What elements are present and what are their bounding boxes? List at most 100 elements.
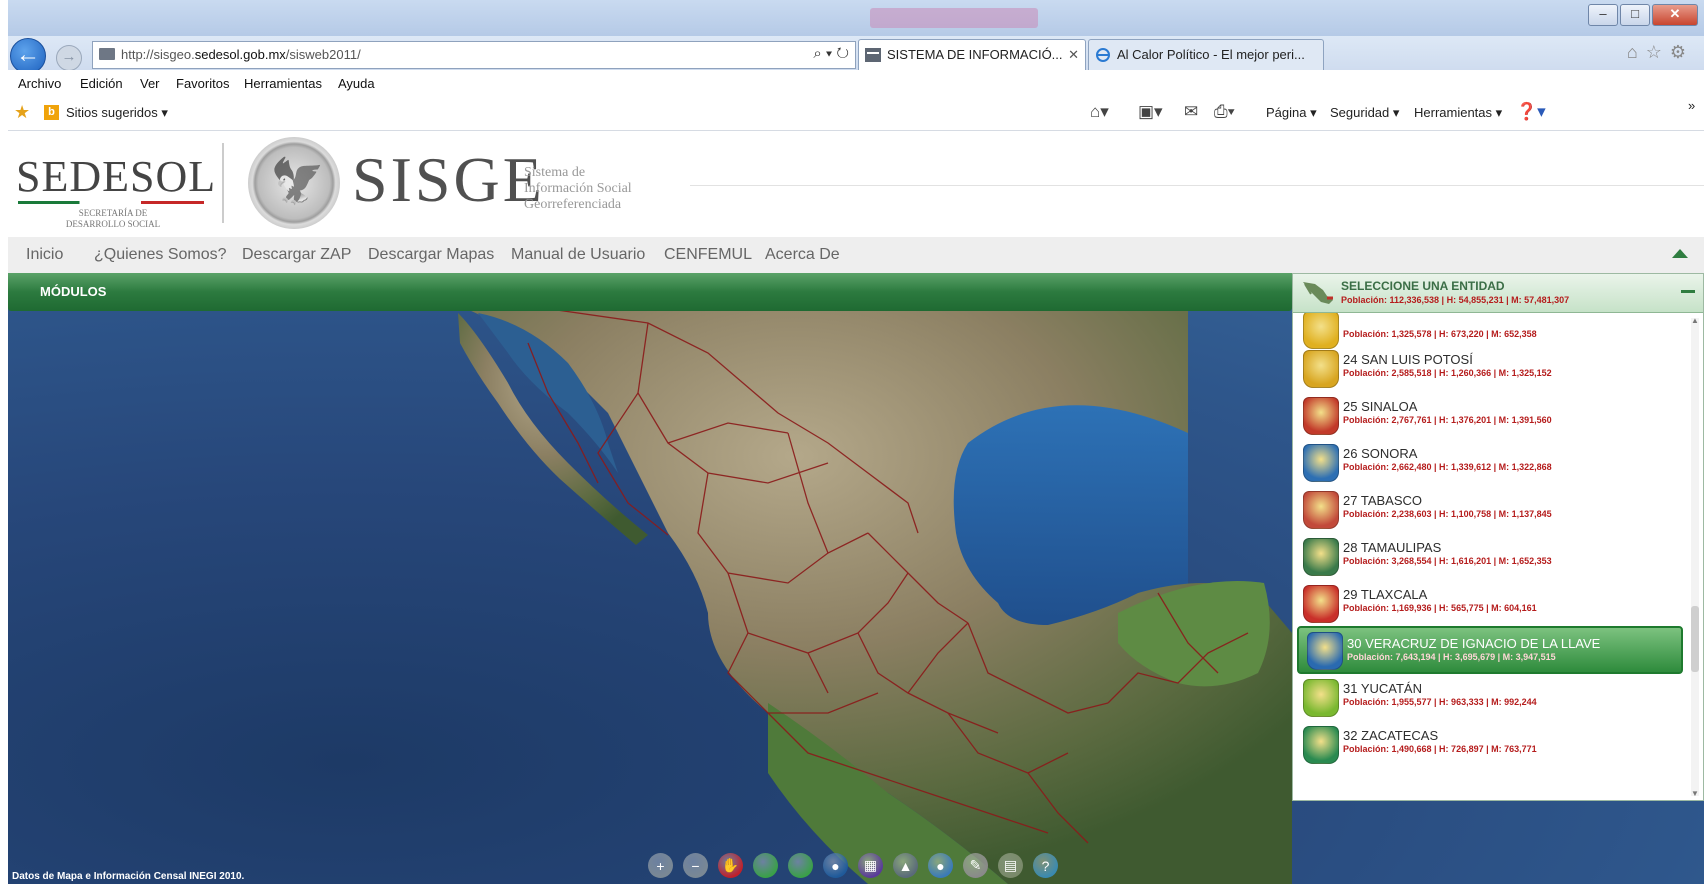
modules-label[interactable]: MÓDULOS [40, 284, 106, 299]
ie-icon [1096, 48, 1110, 62]
entity-item[interactable]: 29 TLAXCALA Población: 1,169,936 | H: 565… [1295, 579, 1675, 627]
modules-bar[interactable]: MÓDULOS [8, 273, 1292, 311]
scroll-thumb[interactable] [1691, 606, 1699, 672]
entity-population: Población: 1,169,936 | H: 565,775 | M: 6… [1343, 603, 1537, 613]
menu-herramientas[interactable]: Herramientas [244, 76, 322, 91]
collapse-arrow-icon[interactable] [1672, 249, 1688, 258]
address-bar[interactable]: http://sisgeo.sedesol.gob.mx/sisweb2011/… [92, 41, 856, 69]
header-rule [690, 185, 1704, 186]
feeds-icon[interactable]: ▣▾ [1138, 102, 1163, 122]
maximize-button[interactable]: □ [1620, 4, 1650, 26]
mexico-map-icon [1303, 282, 1333, 304]
entity-list-scrollbar[interactable]: ▲ ▼ [1691, 316, 1699, 798]
minimize-button[interactable]: – [1588, 4, 1618, 26]
tab-sisge[interactable]: SISTEMA DE INFORMACIÓ... ✕ [858, 39, 1086, 70]
nav-manual-usuario[interactable]: Manual de Usuario [511, 246, 645, 264]
zoom-out-icon[interactable]: − [683, 853, 708, 878]
entity-item[interactable]: 28 TAMAULIPAS Población: 3,268,554 | H: 1… [1295, 532, 1675, 580]
tools-menu[interactable]: Herramientas ▾ [1414, 105, 1502, 121]
dropdown-icon[interactable] [1681, 290, 1695, 293]
entity-selector-header[interactable]: SELECCIONE UNA ENTIDAD Población: 112,33… [1293, 274, 1703, 313]
nav-quienes-somos[interactable]: ¿Quienes Somos? [94, 246, 227, 264]
nav-cenfemul[interactable]: CENFEMUL [664, 246, 752, 264]
nav-descargar-zap[interactable]: Descargar ZAP [242, 246, 351, 264]
entity-population: Población: 2,662,480 | H: 1,339,612 | M:… [1343, 462, 1552, 472]
identify-icon[interactable]: ● [928, 853, 953, 878]
sedesol-logo[interactable]: SEDESOL [16, 151, 216, 202]
back-button[interactable]: ← [10, 38, 46, 74]
zoom-in-icon[interactable]: + [648, 853, 673, 878]
entity-name: 26 SONORA [1343, 446, 1418, 461]
nav-descargar-mapas[interactable]: Descargar Mapas [368, 246, 494, 264]
entity-name: 32 ZACATECAS [1343, 728, 1439, 743]
national-seal-icon [248, 137, 340, 229]
nav-inicio[interactable]: Inicio [26, 246, 63, 264]
entity-population: Población: 1,490,668 | H: 726,897 | M: 7… [1343, 744, 1537, 754]
sisge-subtitle-line: Sistema de [524, 165, 586, 180]
entity-list[interactable]: Población: 1,325,578 | H: 673,220 | M: 6… [1293, 313, 1703, 801]
entity-item[interactable]: 24 SAN LUIS POTOSÍ Población: 2,585,518 |… [1295, 344, 1675, 392]
menu-favoritos[interactable]: Favoritos [176, 76, 229, 91]
sisge-subtitle-line: Información Social [524, 181, 632, 196]
page-icon [865, 48, 881, 62]
search-refresh-icons[interactable]: ⌕ ▾ ↻ [813, 45, 849, 62]
forward-button[interactable]: → [56, 45, 82, 71]
entity-item[interactable]: 30 VERACRUZ DE IGNACIO DE LA LLAVE Poblac… [1297, 626, 1683, 674]
menu-ver[interactable]: Ver [140, 76, 160, 91]
sisge-title: SISGE [352, 144, 545, 215]
state-emblem-icon [1303, 679, 1339, 717]
entity-item[interactable]: 25 SINALOA Población: 2,767,761 | H: 1,37… [1295, 391, 1675, 439]
sisge-subtitle: Sistema de Información Social Georrefere… [524, 165, 632, 213]
mail-icon[interactable]: ✉ [1184, 102, 1198, 122]
map-toolbar: + − ✋ ● ▦ ▲ ● ✎ ▤? [648, 853, 1058, 878]
more-commands[interactable]: » [1688, 98, 1695, 113]
security-menu[interactable]: Seguridad ▾ [1330, 105, 1399, 121]
favorites-bar: ★ b Sitios sugeridos ▾ ⌂▾ ▣▾ ✉ ⎙▾ Página… [8, 96, 1704, 131]
home-favorites-settings-icons[interactable]: ⌂☆⚙ [1627, 42, 1694, 63]
help-icon[interactable]: ? [1033, 853, 1058, 878]
draw-icon[interactable]: ✎ [963, 853, 988, 878]
print-icon[interactable]: ⎙▾ [1214, 102, 1235, 122]
entity-item[interactable]: 27 TABASCO Población: 2,238,603 | H: 1,10… [1295, 485, 1675, 533]
help-icon[interactable]: ❓▾ [1516, 102, 1546, 122]
entity-item[interactable]: 32 ZACATECAS Población: 1,490,668 | H: 72… [1295, 720, 1675, 768]
url-text[interactable]: http://sisgeo.sedesol.gob.mx/sisweb2011/ [121, 47, 361, 62]
tab-al-calor-politico[interactable]: Al Calor Político - El mejor peri... [1088, 39, 1324, 70]
nav-acerca-de[interactable]: Acerca De [765, 246, 840, 264]
scroll-up-icon[interactable]: ▲ [1691, 316, 1699, 325]
page-icon [99, 48, 115, 60]
state-emblem-icon [1303, 726, 1339, 764]
next-extent-icon[interactable] [788, 853, 813, 878]
entity-name: 27 TABASCO [1343, 493, 1422, 508]
entity-item[interactable]: 31 YUCATÁN Población: 1,955,577 | H: 963,… [1295, 673, 1675, 721]
tricolor-stripe [18, 201, 204, 204]
menu-ayuda[interactable]: Ayuda [338, 76, 375, 91]
entity-name: 24 SAN LUIS POTOSÍ [1343, 352, 1473, 367]
entity-name: 25 SINALOA [1343, 399, 1418, 414]
entity-population: Población: 2,585,518 | H: 1,260,366 | M:… [1343, 368, 1552, 378]
legend-icon[interactable]: ▤ [998, 853, 1023, 878]
pan-hand-icon[interactable]: ✋ [718, 853, 743, 878]
previous-extent-icon[interactable] [753, 853, 778, 878]
sedesol-subtitle: SECRETARÍA DE DESARROLLO SOCIAL [65, 208, 161, 229]
entity-panel: SELECCIONE UNA ENTIDAD Población: 112,33… [1292, 273, 1704, 801]
close-window-button[interactable]: ✕ [1652, 4, 1698, 26]
entity-population: Población: 3,268,554 | H: 1,616,201 | M:… [1343, 556, 1552, 566]
entity-item[interactable]: 26 SONORA Población: 2,662,480 | H: 1,339… [1295, 438, 1675, 486]
entity-population: Población: 7,643,194 | H: 3,695,679 | M:… [1347, 652, 1556, 662]
entity-selector-title: SELECCIONE UNA ENTIDAD [1341, 279, 1505, 293]
page-menu[interactable]: Página ▾ [1266, 105, 1317, 121]
suggested-sites-button[interactable]: Sitios sugeridos ▾ [66, 105, 168, 121]
entity-population: Población: 1,955,577 | H: 963,333 | M: 9… [1343, 697, 1537, 707]
close-tab-icon[interactable]: ✕ [1068, 40, 1079, 70]
menu-edicion[interactable]: Edición [80, 76, 123, 91]
scroll-down-icon[interactable]: ▼ [1691, 789, 1699, 798]
home-icon[interactable]: ⌂▾ [1090, 102, 1109, 122]
measure-icon[interactable]: ▲ [893, 853, 918, 878]
favorites-star-icon[interactable]: ★ [14, 102, 30, 123]
entity-name: 28 TAMAULIPAS [1343, 540, 1442, 555]
full-extent-globe-icon[interactable]: ● [823, 853, 848, 878]
menu-archivo[interactable]: Archivo [18, 76, 61, 91]
state-emblem-icon [1307, 632, 1343, 670]
chart-icon[interactable]: ▦ [858, 853, 883, 878]
